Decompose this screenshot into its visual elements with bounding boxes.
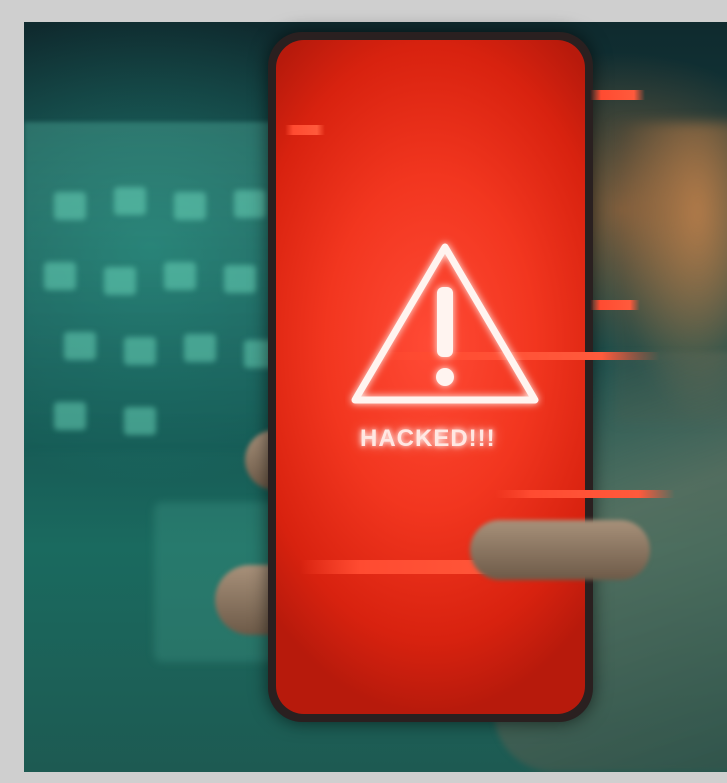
keyboard-key bbox=[164, 262, 196, 290]
glitch-line bbox=[590, 90, 645, 100]
thumb bbox=[470, 520, 650, 580]
glitch-line bbox=[495, 490, 675, 498]
keyboard-key bbox=[124, 337, 156, 365]
keyboard-key bbox=[234, 190, 266, 218]
hacked-message: HACKED!!! bbox=[360, 425, 496, 452]
keyboard-key bbox=[124, 407, 156, 435]
keyboard-key bbox=[184, 334, 216, 362]
keyboard-key bbox=[64, 332, 96, 360]
glitch-line bbox=[590, 300, 640, 310]
keyboard-key bbox=[54, 192, 86, 220]
photo-frame: HACKED!!! bbox=[0, 0, 727, 783]
keyboard-key bbox=[44, 262, 76, 290]
keyboard-key bbox=[114, 187, 146, 215]
keyboard-key bbox=[224, 265, 256, 293]
keyboard-key bbox=[174, 192, 206, 220]
keyboard-key bbox=[54, 402, 86, 430]
glitch-line bbox=[285, 125, 325, 135]
warning-triangle-icon bbox=[351, 243, 539, 404]
keyboard-key bbox=[104, 267, 136, 295]
